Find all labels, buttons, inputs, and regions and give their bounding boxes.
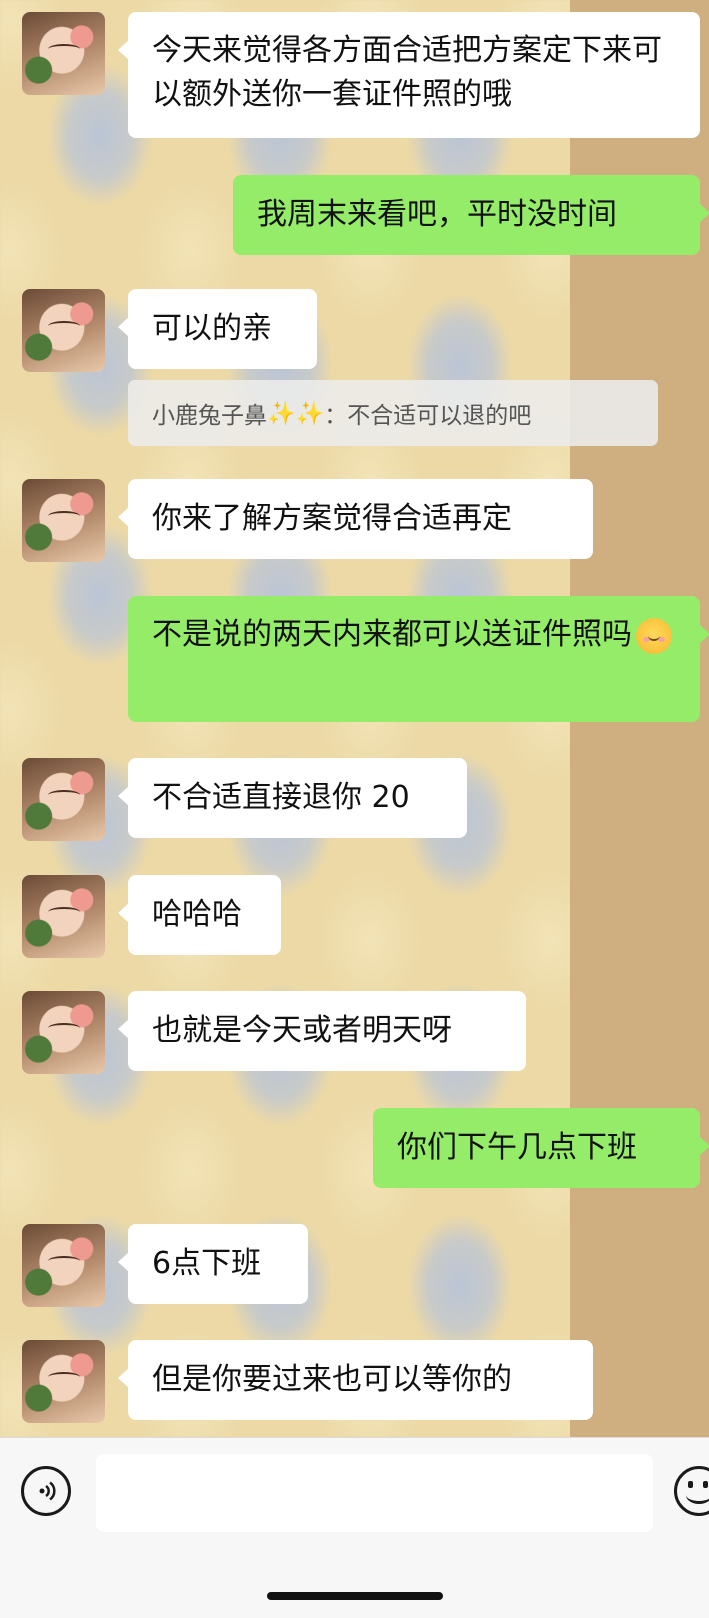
message-bubble-outgoing[interactable]: 我周末来看吧，平时没时间 [233, 175, 709, 255]
message-bubble-outgoing[interactable]: 不是说的两天内来都可以送证件照吗 [128, 596, 709, 722]
contact-avatar[interactable] [22, 1340, 105, 1423]
message-text: 可以的亲 [152, 311, 272, 346]
message-text: 6点下班 [152, 1246, 262, 1281]
message-text: 不合适直接退你 20 [152, 780, 410, 815]
contact-avatar[interactable] [22, 758, 105, 841]
message-bubble-incoming[interactable]: 也就是今天或者明天呀 [118, 991, 526, 1071]
contact-avatar[interactable] [22, 991, 105, 1074]
message-text: 不是说的两天内来都可以送证件照吗 [152, 617, 632, 652]
message-bubble-outgoing[interactable]: 你们下午几点下班 [373, 1108, 709, 1188]
sparkles-emoji: ✨✨ [267, 400, 325, 427]
contact-avatar[interactable] [22, 1224, 105, 1307]
contact-avatar[interactable] [22, 479, 105, 562]
message-bubble-incoming[interactable]: 6点下班 [118, 1224, 308, 1304]
voice-icon[interactable] [21, 1466, 71, 1516]
message-text: 但是你要过来也可以等你的 [152, 1362, 512, 1397]
message-text: 你们下午几点下班 [397, 1130, 637, 1165]
contact-avatar[interactable] [22, 12, 105, 95]
message-text: 也就是今天或者明天呀 [152, 1013, 452, 1048]
message-bubble-incoming[interactable]: 不合适直接退你 20 [118, 758, 467, 838]
message-input[interactable] [96, 1454, 653, 1532]
message-text: 今天来觉得各方面合适把方案定下来可以额外送你一套证件照的哦 [152, 33, 662, 112]
contact-avatar[interactable] [22, 875, 105, 958]
message-bubble-incoming[interactable]: 今天来觉得各方面合适把方案定下来可以额外送你一套证件照的哦 [118, 12, 700, 138]
contact-avatar[interactable] [22, 289, 105, 372]
quote-separator: ： [324, 403, 348, 429]
message-bubble-incoming[interactable]: 可以的亲 [118, 289, 317, 369]
message-text: 哈哈哈 [152, 897, 242, 932]
voice-waves-icon [39, 1481, 56, 1501]
message-content: 不是说的两天内来都可以送证件照吗 [152, 613, 672, 657]
blushing-smile-emoji [636, 617, 672, 654]
quote-sender: 小鹿兔子鼻 [152, 403, 267, 429]
message-bubble-incoming[interactable]: 哈哈哈 [118, 875, 281, 955]
message-bubble-incoming[interactable]: 你来了解方案觉得合适再定 [118, 479, 593, 559]
quote-text: 不合适可以退的吧 [347, 403, 532, 429]
quoted-reply[interactable]: 小鹿兔子鼻 ✨✨ ： 不合适可以退的吧 [128, 380, 658, 446]
message-text: 我周末来看吧，平时没时间 [257, 197, 617, 232]
message-text: 你来了解方案觉得合适再定 [152, 501, 512, 536]
home-indicator[interactable] [267, 1592, 443, 1600]
message-bubble-incoming[interactable]: 但是你要过来也可以等你的 [118, 1340, 593, 1420]
